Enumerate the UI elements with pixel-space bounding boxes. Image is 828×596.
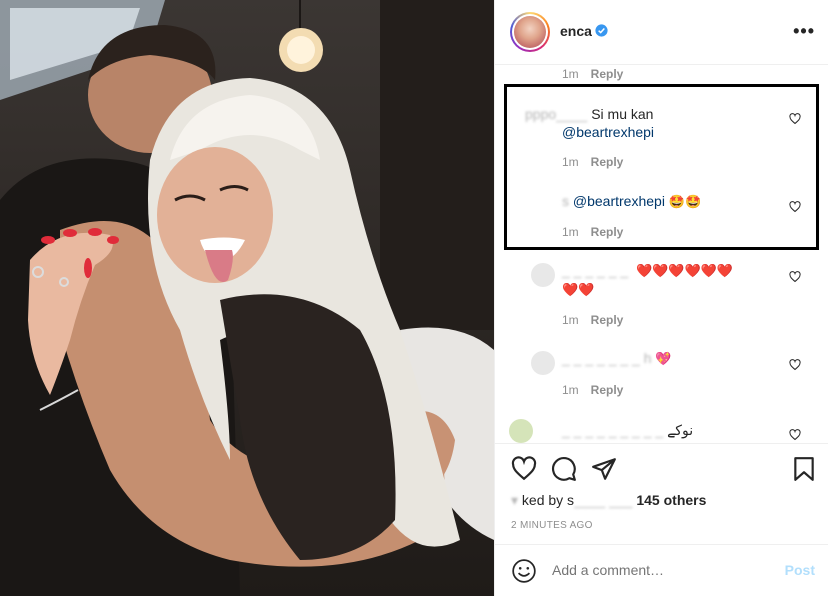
- comment-item: _ _ _ _ _ _ _ _ _ نوکے: [562, 421, 782, 439]
- like-comment-heart-icon[interactable]: [789, 429, 801, 441]
- comment-mention[interactable]: @beartrexhepi: [573, 193, 665, 209]
- share-icon[interactable]: [591, 456, 617, 482]
- comment-icon[interactable]: [551, 456, 577, 482]
- like-comment-heart-icon[interactable]: [789, 271, 801, 283]
- comment-time: 1m: [562, 155, 579, 169]
- post-timestamp: 2 MINUTES AGO: [511, 520, 593, 531]
- liker-name-blur: ____ ___: [574, 492, 633, 508]
- comment-meta: 1m Reply: [562, 225, 623, 239]
- comment-meta: 1m Reply: [562, 383, 623, 397]
- like-comment-heart-icon[interactable]: [789, 113, 801, 125]
- post-photo[interactable]: [0, 0, 494, 596]
- comment-username[interactable]: pppo: [525, 105, 556, 123]
- reply-button[interactable]: Reply: [591, 313, 624, 327]
- avatar[interactable]: [531, 263, 555, 287]
- comment-emoji: 🤩🤩: [668, 194, 702, 209]
- avatar[interactable]: [510, 12, 550, 52]
- comment-emoji: 💖: [655, 351, 672, 366]
- reply-button[interactable]: Reply: [591, 67, 624, 81]
- comment-username-blur: ____: [556, 106, 588, 122]
- comment-input[interactable]: [552, 562, 772, 578]
- comment-time: 1m: [562, 67, 579, 81]
- avatar[interactable]: [509, 419, 533, 443]
- comment-composer: Post: [495, 544, 828, 596]
- comment-username[interactable]: s: [562, 192, 569, 210]
- comment-text: Si mu kan: [591, 106, 654, 122]
- like-comment-heart-icon[interactable]: [789, 359, 801, 371]
- comment-username-blur: _ _ _ _ _ _: [562, 262, 629, 278]
- post-actions: ▾ ked by s____ ___ 145 others 2 MINUTES …: [495, 443, 828, 544]
- like-comment-heart-icon[interactable]: [789, 201, 801, 213]
- avatar[interactable]: [531, 351, 555, 375]
- comment-time: 1m: [562, 383, 579, 397]
- post-side-panel: enca ••• 1m Reply pppo____ Si mu kan @bea…: [494, 0, 828, 596]
- comment-meta: 1m Reply: [562, 67, 623, 81]
- comment-time: 1m: [562, 225, 579, 239]
- more-options-icon[interactable]: •••: [793, 21, 815, 42]
- comment-username-blur: _ _ _ _ _ _ _: [562, 350, 640, 366]
- username[interactable]: enca: [560, 23, 592, 39]
- comment-emoji: ❤️❤️: [562, 282, 595, 297]
- verified-badge-icon: [595, 24, 608, 37]
- comment-meta: 1m Reply: [562, 155, 623, 169]
- likes-summary[interactable]: ▾ ked by s____ ___ 145 others: [511, 492, 706, 509]
- liker-avatar-blur: ▾: [511, 492, 519, 508]
- comment-mention[interactable]: @beartrexhepi: [562, 124, 654, 140]
- reply-button[interactable]: Reply: [591, 225, 624, 239]
- reply-button[interactable]: Reply: [591, 155, 624, 169]
- comment-text: نوکے: [667, 422, 694, 438]
- comment-item: s @beartrexhepi 🤩🤩: [562, 192, 792, 211]
- comment-emoji: ❤️❤️❤️❤️❤️❤️: [635, 263, 734, 278]
- comment-item: pppo____ Si mu kan @beartrexhepi: [525, 105, 785, 141]
- post-header: enca •••: [495, 0, 828, 65]
- comment-meta: 1m Reply: [562, 313, 623, 327]
- liked-by-label: ked by s: [521, 492, 575, 508]
- comment-item: _ _ _ _ _ _ _ h 💖: [562, 349, 782, 368]
- likes-count[interactable]: 145 others: [636, 492, 706, 508]
- heart-icon[interactable]: [511, 456, 537, 482]
- bookmark-icon[interactable]: [791, 456, 817, 482]
- emoji-picker-icon[interactable]: [511, 558, 537, 584]
- comment-item: _ _ _ _ _ _ ❤️❤️❤️❤️❤️❤️ ❤️❤️: [562, 261, 782, 299]
- post-comment-button[interactable]: Post: [785, 562, 815, 578]
- comments-list[interactable]: 1m Reply pppo____ Si mu kan @beartrexhepi…: [495, 65, 828, 443]
- comment-username[interactable]: h: [644, 349, 652, 367]
- comment-time: 1m: [562, 313, 579, 327]
- post-photo-illustration: [0, 0, 494, 596]
- comment-username-blur: _ _ _ _ _ _ _ _ _: [562, 422, 664, 438]
- reply-button[interactable]: Reply: [591, 383, 624, 397]
